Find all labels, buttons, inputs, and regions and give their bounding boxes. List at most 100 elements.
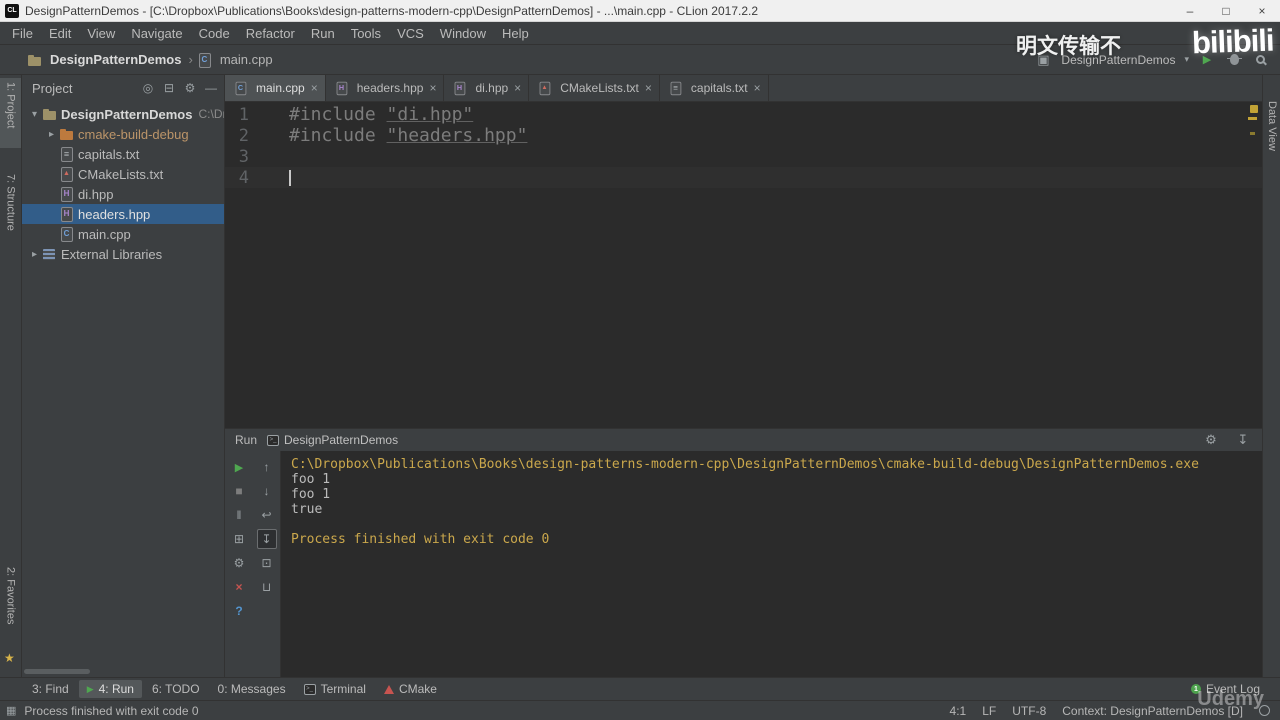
file-cmake-icon <box>58 166 75 182</box>
editor-tab-di-hpp[interactable]: di.hpp × <box>444 75 530 101</box>
editor-tab-headers-hpp[interactable]: headers.hpp × <box>326 75 445 101</box>
run-tab-label[interactable]: Run <box>235 433 257 447</box>
hide-icon[interactable]: — <box>204 81 218 95</box>
collapse-all-icon[interactable]: ⊟ <box>162 81 176 95</box>
breadcrumb-project[interactable]: DesignPatternDemos <box>50 52 181 67</box>
tree-item-di-hpp[interactable]: di.hpp <box>22 184 224 204</box>
down-stack-trace-button[interactable]: ↓ <box>257 481 277 501</box>
tool-tab-favorites[interactable]: 2: Favorites <box>0 563 21 643</box>
menu-window[interactable]: Window <box>432 22 494 44</box>
restore-layout-button[interactable]: ⊞ <box>229 529 249 549</box>
editor-tab-main-cpp[interactable]: main.cpp × <box>225 75 326 101</box>
tool-button-6-todo[interactable]: 6: TODO <box>144 680 208 698</box>
chevron-down-icon[interactable]: ▾ <box>1184 54 1189 65</box>
print-button[interactable]: ⊡ <box>257 553 277 573</box>
editor-tab-label: headers.hpp <box>356 81 424 95</box>
menu-navigate[interactable]: Navigate <box>123 22 190 44</box>
menu-vcs[interactable]: VCS <box>389 22 432 44</box>
close-button[interactable]: × <box>229 577 249 597</box>
settings-icon[interactable]: ⚙ <box>183 81 197 95</box>
context-widget[interactable]: Context: DesignPatternDemos [D] <box>1062 704 1243 718</box>
soft-wrap-button[interactable]: ↩ <box>257 505 277 525</box>
tool-button-cmake[interactable]: CMake <box>376 680 445 698</box>
tree-item-capitals-txt[interactable]: capitals.txt <box>22 144 224 164</box>
run-session-tab[interactable]: >_ DesignPatternDemos <box>267 433 398 447</box>
menu-run[interactable]: Run <box>303 22 343 44</box>
clear-all-button[interactable]: ⊔ <box>257 577 277 597</box>
warning-stripe-mark[interactable] <box>1248 117 1257 120</box>
editor-tab-capitals-txt[interactable]: capitals.txt × <box>660 75 769 101</box>
tree-item-designpatterndemos[interactable]: ▾ DesignPatternDemos C:\Drop <box>22 104 224 124</box>
stop-button[interactable]: ■ <box>229 481 249 501</box>
encoding-widget[interactable]: UTF-8 <box>1012 704 1046 718</box>
code-line: 2 #include "headers.hpp" <box>225 125 1262 146</box>
tree-item-cmakelists-txt[interactable]: CMakeLists.txt <box>22 164 224 184</box>
menu-refactor[interactable]: Refactor <box>238 22 303 44</box>
pause-output-button[interactable]: ‖ <box>229 505 249 525</box>
menu-code[interactable]: Code <box>191 22 238 44</box>
scroll-down-icon[interactable]: ↧ <box>1234 431 1252 449</box>
code-editor[interactable]: 1 #include "di.hpp" 2 #include "headers.hpp… <box>225 102 1262 428</box>
tree-item-main-cpp[interactable]: main.cpp <box>22 224 224 244</box>
tree-item-headers-hpp[interactable]: headers.hpp <box>22 204 224 224</box>
menu-view[interactable]: View <box>79 22 123 44</box>
tool-button-event-log[interactable]: 1 Event Log <box>1183 680 1268 698</box>
close-icon[interactable]: × <box>429 81 436 95</box>
run-button[interactable]: ▶ <box>1198 51 1216 69</box>
code-line: 1 #include "di.hpp" <box>225 104 1262 125</box>
tool-button-0-messages[interactable]: 0: Messages <box>210 680 294 698</box>
highlighting-level-icon[interactable] <box>1259 705 1270 716</box>
menu-file[interactable]: File <box>4 22 41 44</box>
project-panel-title: Project <box>32 80 73 96</box>
close-icon[interactable]: × <box>311 81 318 95</box>
run-config-selector[interactable]: DesignPatternDemos <box>1061 53 1175 67</box>
tool-tab-structure[interactable]: 7: Structure <box>0 170 21 248</box>
editor-tab-cmakelists-txt[interactable]: CMakeLists.txt × <box>529 75 660 101</box>
search-everywhere-button[interactable] <box>1252 51 1270 69</box>
horizontal-scrollbar[interactable] <box>24 669 90 674</box>
toolwindow-switcher-icon[interactable]: ▦ <box>6 704 16 717</box>
tree-item-external-libraries[interactable]: ▸ External Libraries <box>22 244 224 264</box>
up-stack-trace-button[interactable]: ↑ <box>257 457 277 477</box>
breadcrumb-file[interactable]: main.cpp <box>220 52 273 67</box>
caret-position-widget[interactable]: 4:1 <box>950 704 967 718</box>
close-icon[interactable]: × <box>514 81 521 95</box>
menu-edit[interactable]: Edit <box>41 22 79 44</box>
menu-tools[interactable]: Tools <box>343 22 389 44</box>
tree-item-label: External Libraries <box>61 246 163 262</box>
locate-icon[interactable]: ◎ <box>141 81 155 95</box>
close-icon[interactable]: × <box>645 81 652 95</box>
run-body: ▶ ■ ‖ ⊞ ⚙ ×? ↑ ↓ ↩ ↧ ⊡ ⊔ C:\Dropbox\Publications\B… <box>225 451 1262 677</box>
tool-button-label: 4: Run <box>98 682 134 696</box>
tree-item-cmake-build-debug[interactable]: ▸ cmake-build-debug <box>22 124 224 144</box>
menu-help[interactable]: Help <box>494 22 537 44</box>
window-title: DesignPatternDemos - [C:\Dropbox\Publica… <box>25 3 759 18</box>
tool-tab-project[interactable]: 1: Project <box>0 78 21 148</box>
chevron-right-icon[interactable]: ▸ <box>28 249 41 260</box>
minimize-button[interactable]: – <box>1172 0 1208 21</box>
run-settings-button[interactable]: ⚙ <box>229 553 249 573</box>
help-button[interactable]: ? <box>229 601 249 621</box>
line-separator-widget[interactable]: LF <box>982 704 996 718</box>
file-h-icon <box>58 186 75 202</box>
tool-button-4-run[interactable]: ▶ 4: Run <box>78 680 142 698</box>
rerun-button[interactable]: ▶ <box>229 457 249 477</box>
editor-tab-label: CMakeLists.txt <box>560 81 639 95</box>
scroll-to-end-button[interactable]: ↧ <box>256 529 277 549</box>
debug-button[interactable] <box>1225 51 1243 69</box>
tool-button-terminal[interactable]: >_ Terminal <box>296 680 374 698</box>
chevron-right-icon[interactable]: ▸ <box>45 129 58 140</box>
tool-tab-data-view[interactable]: Data View <box>1264 97 1280 177</box>
tool-button-3-find[interactable]: 3: Find <box>24 680 77 698</box>
favorites-star-icon[interactable]: ★ <box>4 651 15 665</box>
warning-stripe-mark[interactable] <box>1250 132 1255 135</box>
run-console-output[interactable]: C:\Dropbox\Publications\Books\design-pat… <box>281 451 1262 677</box>
settings-icon[interactable]: ⚙ <box>1202 431 1220 449</box>
chevron-down-icon[interactable]: ▾ <box>28 109 41 120</box>
inspection-indicator-icon[interactable] <box>1250 105 1258 113</box>
close-icon[interactable]: × <box>754 81 761 95</box>
tree-item-label: capitals.txt <box>78 146 140 162</box>
maximize-button[interactable]: □ <box>1208 0 1244 21</box>
close-button[interactable]: × <box>1244 0 1280 21</box>
